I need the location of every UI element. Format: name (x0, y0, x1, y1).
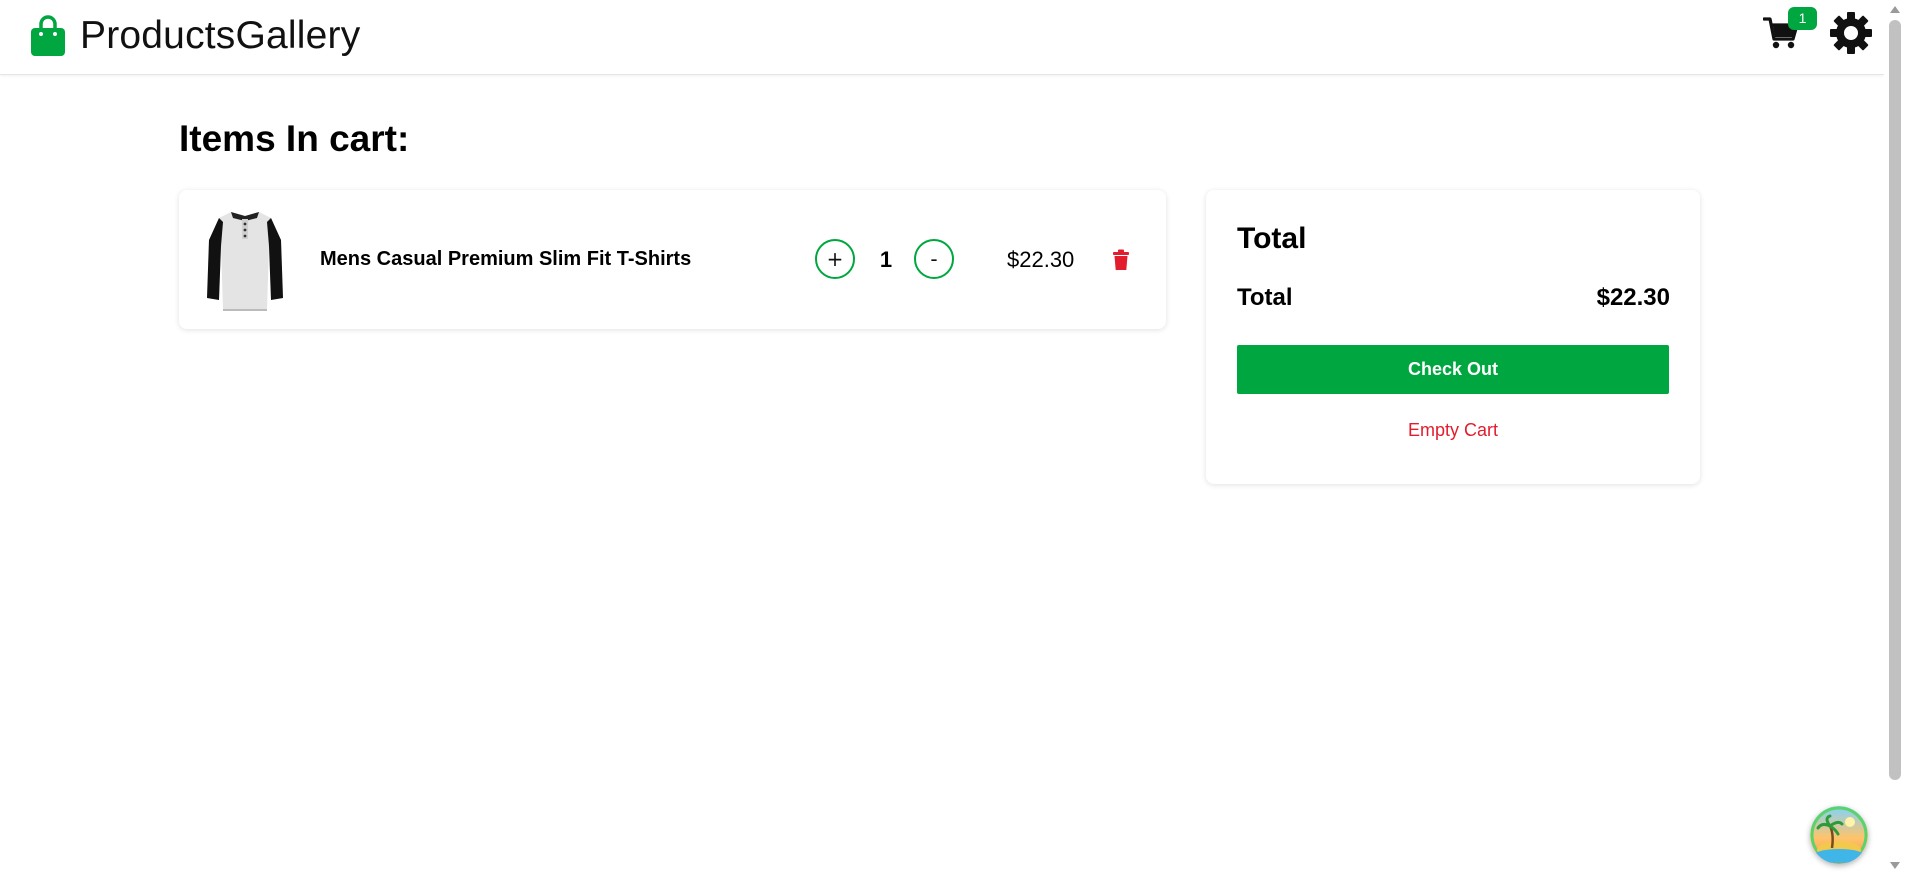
top-navbar: ProductsGallery 1 (0, 0, 1884, 75)
checkout-button[interactable]: Check Out (1237, 345, 1669, 394)
floating-widget-button[interactable] (1810, 806, 1868, 864)
summary-heading: Total (1237, 222, 1307, 255)
brand-name: ProductsGallery (80, 14, 361, 57)
order-summary-card: Total Total $22.30 Check Out Empty Cart (1206, 190, 1700, 484)
gear-icon (1830, 12, 1872, 54)
brand[interactable]: ProductsGallery (30, 10, 360, 62)
total-label: Total (1237, 284, 1293, 311)
page-title: Items In cart: (179, 118, 410, 159)
scroll-down-arrow-icon[interactable] (1890, 862, 1900, 869)
decrease-quantity-button[interactable]: - (914, 239, 954, 279)
app-viewport: ProductsGallery 1 Items In cart: Mens Ca… (0, 0, 1906, 876)
cart-button[interactable]: 1 (1760, 7, 1817, 56)
shopping-bag-icon (31, 15, 65, 56)
cart-item-card: Mens Casual Premium Slim Fit T-Shirts + … (179, 190, 1166, 329)
cart-item-name[interactable]: Mens Casual Premium Slim Fit T-Shirts (320, 248, 691, 271)
tshirt-image (207, 212, 283, 311)
vertical-scrollbar[interactable] (1884, 0, 1906, 876)
trash-icon[interactable] (1112, 249, 1130, 271)
item-quantity: 1 (879, 247, 893, 272)
cart-item-price: $22.30 (1007, 247, 1075, 272)
empty-cart-link[interactable]: Empty Cart (1237, 420, 1669, 441)
increase-quantity-button[interactable]: + (815, 239, 855, 279)
island-avatar-icon (1810, 806, 1868, 864)
settings-button[interactable] (1828, 10, 1874, 56)
total-value: $22.30 (1596, 284, 1670, 311)
scroll-thumb[interactable] (1889, 20, 1901, 780)
scroll-up-arrow-icon[interactable] (1890, 6, 1900, 13)
cart-count-badge: 1 (1788, 7, 1817, 30)
